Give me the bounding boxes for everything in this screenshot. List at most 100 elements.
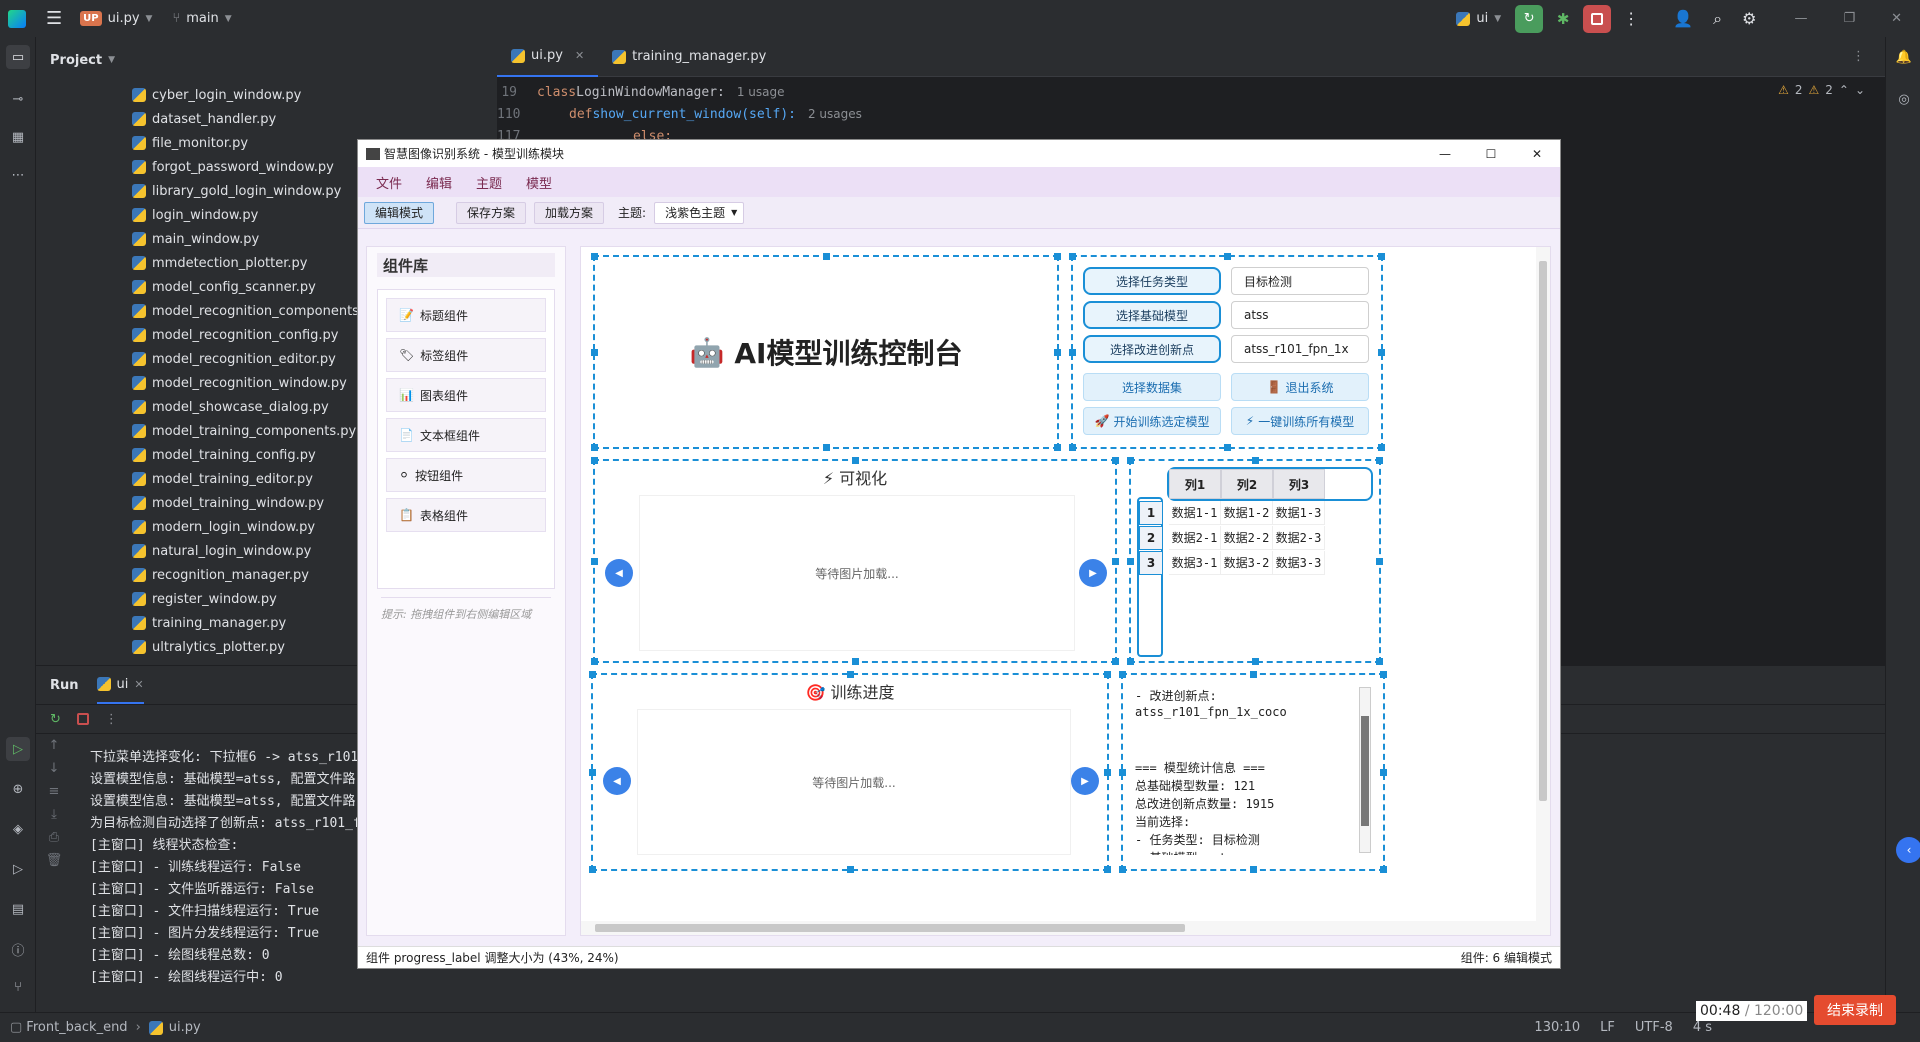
soft-wrap-icon[interactable]: ≡ [49, 784, 60, 799]
table-column-header[interactable]: 列1 [1169, 469, 1221, 499]
resize-handle[interactable] [589, 866, 596, 873]
menu-edit[interactable]: 编辑 [414, 173, 464, 192]
resize-handle[interactable] [852, 658, 859, 665]
git-icon[interactable]: ⑂ [6, 975, 30, 999]
resize-handle[interactable] [1104, 769, 1111, 776]
file-tree-item[interactable]: dataset_handler.py [36, 107, 496, 131]
scroll-end-icon[interactable]: ⤓ [51, 807, 57, 822]
menu-file[interactable]: 文件 [364, 173, 414, 192]
select-base-model-button[interactable]: 选择基础模型 [1083, 301, 1221, 329]
run-tool-icon[interactable]: ▷ [6, 737, 30, 761]
canvas-hscrollbar[interactable] [581, 921, 1538, 935]
rerun-icon[interactable]: ↻ [50, 712, 61, 727]
table-row-header[interactable]: 2 [1139, 526, 1163, 550]
main-menu-icon[interactable]: ☰ [46, 8, 62, 29]
caret-position[interactable]: 130:10 [1534, 1020, 1580, 1035]
more-tools-icon[interactable]: ⋯ [6, 163, 30, 187]
rerun-button[interactable]: ↻ [1515, 4, 1544, 33]
code-line[interactable]: 110 def show_current_window(self): 2 usa… [497, 103, 1885, 125]
structure-icon[interactable]: ▦ [6, 125, 30, 149]
progress-panel[interactable]: 🎯 训练进度 等待图片加载... ◀ ▶ [589, 671, 1111, 873]
resize-handle[interactable] [1250, 866, 1257, 873]
theme-select[interactable]: 浅紫色主题 ▼ [654, 201, 745, 224]
save-plan-button[interactable]: 保存方案 [456, 201, 527, 224]
terminal-icon[interactable]: ▤ [6, 897, 30, 921]
resize-handle[interactable] [1104, 866, 1111, 873]
file-encoding[interactable]: UTF-8 [1635, 1020, 1673, 1035]
tab-training-manager-py[interactable]: training_manager.py [598, 37, 780, 77]
code-line[interactable]: 19 class LoginWindowManager: 1 usage [497, 81, 1885, 103]
chevron-down-icon[interactable]: ⌄ [1855, 83, 1865, 97]
table-row-header[interactable]: 1 [1139, 501, 1163, 525]
layers-icon[interactable]: ◈ [6, 817, 30, 841]
collapse-panel-button[interactable]: ‹ [1896, 837, 1920, 863]
visualization-panel[interactable]: ⚡ 可视化 等待图片加载... ◀ ▶ [591, 457, 1119, 665]
train-all-button[interactable]: ⚡ 一键训练所有模型 [1231, 407, 1369, 435]
resize-handle[interactable] [589, 671, 596, 678]
arrow-down-icon[interactable]: ↓ [49, 761, 60, 776]
minimize-icon[interactable]: — [1422, 147, 1468, 161]
resize-handle[interactable] [1112, 457, 1119, 464]
close-icon[interactable]: ✕ [1514, 147, 1560, 161]
table-panel[interactable]: 列1 列2 列3 1 2 3 数据1-1 数据1-2 数据1-3 数据2-1 数据2-2 数据2-3 数… [1127, 457, 1383, 665]
select-dataset-button[interactable]: 选择数据集 [1083, 373, 1221, 401]
resize-handle[interactable] [1378, 444, 1385, 451]
problems-icon[interactable]: ⓘ [6, 937, 30, 961]
info-textbox[interactable]: - 改进创新点: atss_r101_fpn_1x_coco === 模型统计信息 … [1135, 687, 1353, 855]
table-cell[interactable]: 数据2-2 [1221, 526, 1273, 550]
resize-handle[interactable] [823, 444, 830, 451]
menu-theme[interactable]: 主题 [464, 173, 514, 192]
innovation-select[interactable]: atss_r101_fpn_1x [1231, 335, 1369, 363]
close-icon[interactable]: ✕ [575, 49, 584, 62]
library-item[interactable]: 🏷 标签组件 [386, 338, 546, 372]
commit-icon[interactable]: ⊸ [6, 87, 30, 111]
services-icon[interactable]: ⊕ [6, 777, 30, 801]
resize-handle[interactable] [847, 866, 854, 873]
file-tree-item[interactable]: cyber_login_window.py [36, 83, 496, 107]
train-selected-button[interactable]: 🚀 开始训练选定模型 [1083, 407, 1221, 435]
notifications-icon[interactable]: 🔔 [1892, 45, 1916, 69]
resize-handle[interactable] [1127, 457, 1134, 464]
table-cell[interactable]: 数据1-1 [1169, 501, 1221, 525]
library-item[interactable]: ⚪ 按钮组件 [386, 458, 546, 492]
resize-handle[interactable] [591, 457, 598, 464]
info-text-panel[interactable]: - 改进创新点: atss_r101_fpn_1x_coco === 模型统计信息 … [1119, 671, 1387, 873]
arrow-up-icon[interactable]: ↑ [49, 738, 60, 753]
resize-handle[interactable] [1378, 349, 1385, 356]
run-config-selector[interactable]: ui ▼ [1456, 11, 1501, 26]
usage-hint[interactable]: 1 usage [737, 85, 785, 99]
python-packages-icon[interactable]: ▷ [6, 857, 30, 881]
edit-canvas[interactable]: 🤖 AI模型训练控制台 选择任务类型 目标检测 选择基础模型 atss 选择改进… [580, 246, 1551, 936]
folder-icon[interactable]: ▭ [6, 45, 30, 69]
resize-handle[interactable] [1224, 444, 1231, 451]
base-model-select[interactable]: atss [1231, 301, 1369, 329]
resize-handle[interactable] [1069, 253, 1076, 260]
viz-next-button[interactable]: ▶ [1079, 559, 1107, 587]
project-panel-title[interactable]: Project [50, 53, 102, 68]
maximize-icon[interactable]: ☐ [1468, 147, 1514, 161]
table-row-header[interactable]: 3 [1139, 551, 1163, 575]
table-cell[interactable]: 数据2-3 [1273, 526, 1325, 550]
info-scrollbar[interactable] [1359, 687, 1371, 853]
more-actions-icon[interactable]: ⋮ [105, 712, 118, 727]
resize-handle[interactable] [591, 349, 598, 356]
resize-handle[interactable] [1069, 349, 1076, 356]
table-cell[interactable]: 数据1-3 [1273, 501, 1325, 525]
select-innovation-button[interactable]: 选择改进创新点 [1083, 335, 1221, 363]
resize-handle[interactable] [1127, 558, 1134, 565]
library-item[interactable]: 📊 图表组件 [386, 378, 546, 412]
chevron-down-icon[interactable]: ▼ [108, 55, 115, 65]
library-item[interactable]: 📝 标题组件 [386, 298, 546, 332]
resize-handle[interactable] [1376, 558, 1383, 565]
table-cell[interactable]: 数据3-2 [1221, 551, 1273, 575]
restore-icon[interactable]: ❐ [1843, 11, 1855, 26]
resize-handle[interactable] [591, 253, 598, 260]
resize-handle[interactable] [589, 769, 596, 776]
table-cell[interactable]: 数据3-1 [1169, 551, 1221, 575]
canvas-vscrollbar[interactable] [1536, 247, 1550, 935]
resize-handle[interactable] [1380, 769, 1387, 776]
branch-selector[interactable]: ⑂ main ▼ [172, 11, 231, 26]
ai-assistant-icon[interactable]: ◎ [1892, 87, 1916, 111]
viz-prev-button[interactable]: ◀ [605, 559, 633, 587]
close-icon[interactable]: ✕ [1891, 11, 1902, 26]
